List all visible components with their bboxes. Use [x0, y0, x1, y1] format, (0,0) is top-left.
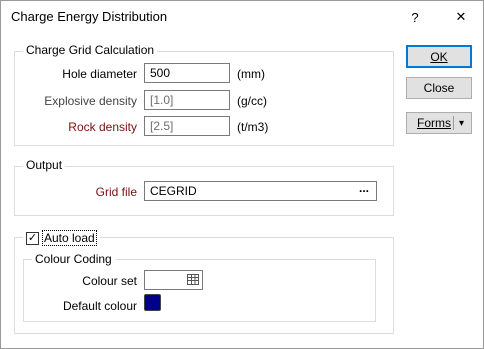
forms-button[interactable]: Forms ▾	[406, 112, 472, 134]
rock-density-label: Rock density	[68, 120, 137, 134]
forms-divider	[453, 116, 454, 130]
grid-file-browse-button[interactable]: ...	[359, 181, 369, 195]
close-icon[interactable]: ✕	[441, 3, 481, 31]
grid-file-input[interactable]: CEGRID	[144, 181, 377, 201]
auto-load-checkbox-row[interactable]: ✓ Auto load	[23, 230, 100, 246]
auto-load-checkbox[interactable]: ✓	[26, 231, 39, 245]
colour-set-label: Colour set	[82, 274, 137, 288]
charge-grid-legend: Charge Grid Calculation	[23, 43, 158, 57]
hole-diameter-unit: (mm)	[237, 67, 265, 81]
default-colour-swatch[interactable]	[144, 294, 161, 311]
forms-dropdown-icon[interactable]: ▾	[459, 118, 464, 129]
close-button-label: Close	[423, 81, 455, 95]
colour-coding-legend: Colour Coding	[32, 252, 115, 266]
charge-energy-distribution-dialog: Charge Energy Distribution ? ✕ Charge Gr…	[0, 0, 484, 349]
hole-diameter-input[interactable]: 500	[144, 63, 230, 83]
explosive-density-label: Explosive density	[44, 94, 137, 108]
close-button[interactable]: Close	[406, 77, 472, 99]
auto-load-label: Auto load	[42, 230, 97, 246]
grid-file-label: Grid file	[95, 185, 137, 199]
default-colour-label: Default colour	[62, 299, 137, 313]
explosive-density-input[interactable]: [1.0]	[144, 90, 230, 110]
output-legend: Output	[23, 158, 66, 172]
help-button[interactable]: ?	[395, 3, 435, 31]
forms-button-label: Forms	[417, 116, 451, 130]
dialog-title: Charge Energy Distribution	[11, 9, 168, 24]
rock-density-unit: (t/m3)	[237, 120, 269, 134]
rock-density-input[interactable]: [2.5]	[144, 116, 230, 136]
explosive-density-unit: (g/cc)	[237, 94, 267, 108]
ok-button-label: OK	[430, 49, 448, 64]
colour-set-browse-icon[interactable]	[187, 274, 199, 288]
hole-diameter-label: Hole diameter	[62, 67, 137, 81]
ok-button[interactable]: OK	[406, 45, 472, 68]
